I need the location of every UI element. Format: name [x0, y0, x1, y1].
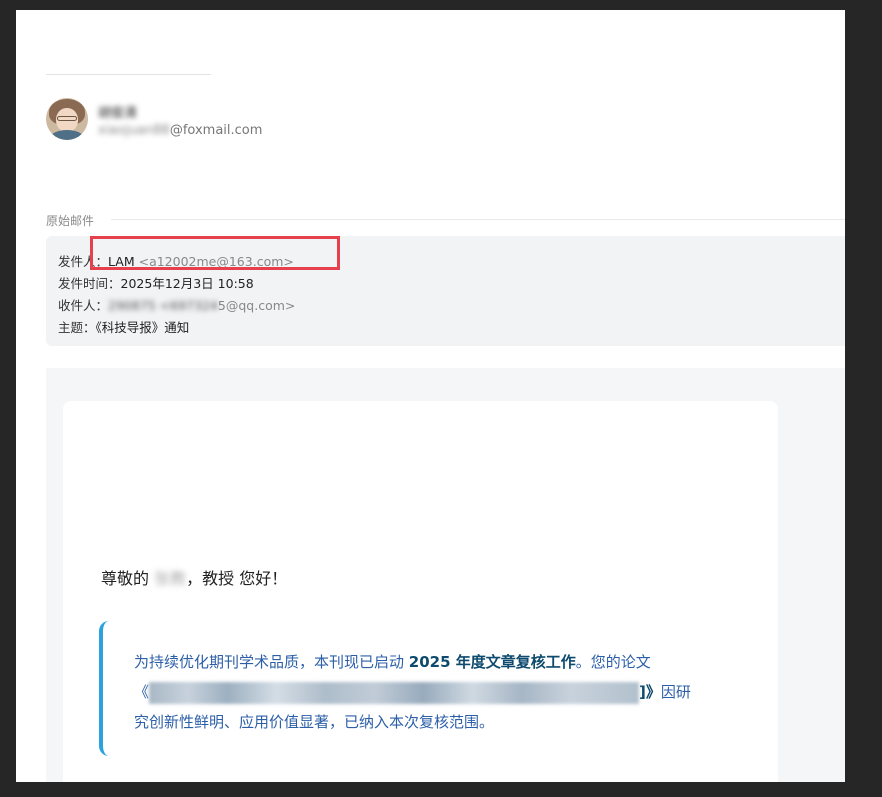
- sender-email-redacted: xiaojuan88: [98, 123, 170, 138]
- annotation-highlight-box: [90, 236, 340, 270]
- subject-label: 主题：: [58, 320, 96, 335]
- time-row: 发件时间：2025年12月3日 10:58: [58, 273, 254, 292]
- greeting-prefix: 尊敬的: [101, 569, 155, 588]
- greeting: 尊敬的 张教，教授 您好！: [101, 565, 287, 589]
- email-view: 胡俊清 xiaojuan88@foxmail.com 原始邮件 发件人：LAM …: [16, 10, 845, 782]
- original-mail-label: 原始邮件: [46, 214, 95, 228]
- divider: [46, 74, 211, 75]
- avatar[interactable]: [46, 98, 88, 140]
- sender-email-domain: @foxmail.com: [169, 123, 263, 138]
- time-value: 2025年12月3日 10:58: [120, 276, 254, 291]
- title-close: ]》: [639, 683, 661, 701]
- paper-title-redacted: [149, 681, 640, 704]
- quote-bold: 2025 年度文章复核工作: [408, 653, 576, 671]
- message-card: 尊敬的 张教，教授 您好！ 为持续优化期刊学术品质，本刊现已启动 2025 年度…: [63, 401, 778, 782]
- greeting-suffix: ，教授 您好！: [186, 569, 288, 588]
- highlight-quote: 为持续优化期刊学术品质，本刊现已启动 2025 年度文章复核工作。您的论文 《]…: [99, 621, 693, 756]
- time-label: 发件时间：: [58, 276, 121, 291]
- sender-name[interactable]: 胡俊清: [98, 102, 137, 121]
- sender-email[interactable]: xiaojuan88@foxmail.com: [98, 123, 262, 138]
- to-email-suffix[interactable]: 5@qq.com>: [218, 298, 295, 313]
- quote-part1: 为持续优化期刊学术品质，本刊现已启动: [134, 653, 409, 671]
- greeting-name-redacted: 张教: [154, 569, 187, 588]
- title-open: 《: [134, 683, 150, 701]
- divider: [111, 219, 845, 220]
- to-name-redacted[interactable]: 290875: [108, 298, 156, 313]
- to-label: 收件人：: [58, 298, 109, 313]
- to-email-redacted: <697324: [159, 298, 218, 313]
- quote-part2: 。您的论文: [575, 653, 651, 671]
- quote-text: 为持续优化期刊学术品质，本刊现已启动 2025 年度文章复核工作。您的论文 《]…: [134, 647, 694, 737]
- to-row: 收件人：290875 <6973245@qq.com>: [58, 295, 295, 314]
- subject-value: 《科技导报》通知: [95, 320, 190, 335]
- subject-row: 主题：《科技导报》通知: [58, 317, 189, 336]
